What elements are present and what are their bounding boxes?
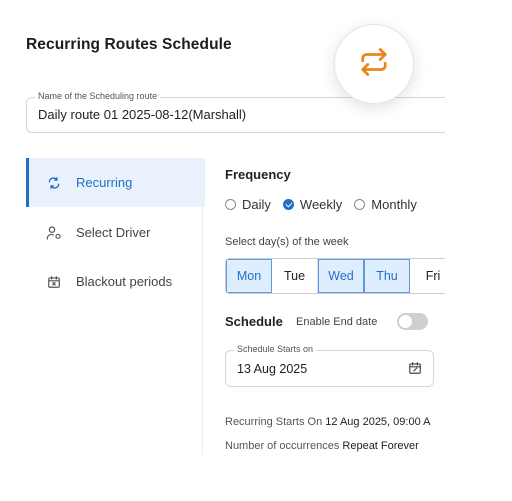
occurrences-label: Number of occurrences (225, 440, 340, 452)
sidebar: Recurring Select Driver Blackout periods (26, 158, 205, 455)
schedule-start-label: Schedule Starts on (234, 344, 317, 354)
occurrences-value: Repeat Forever (342, 440, 419, 452)
route-name-value[interactable]: Daily route 01 2025-08-12(Marshall) (38, 107, 246, 122)
sidebar-item-label: Select Driver (76, 225, 151, 240)
day-mon[interactable]: Mon (226, 259, 272, 293)
day-thu[interactable]: Thu (364, 259, 410, 293)
recurring-start-info: Recurring Starts On 12 Aug 2025, 09:00 A (225, 416, 430, 428)
repeat-icon (46, 175, 62, 191)
radio-label: Weekly (299, 197, 343, 212)
user-settings-icon (46, 225, 62, 241)
occurrences-info: Number of occurrences Repeat Forever (225, 440, 419, 452)
enable-end-date-label: Enable End date (296, 316, 378, 328)
radio-daily[interactable]: Daily (225, 197, 271, 212)
sidebar-item-blackout-periods[interactable]: Blackout periods (26, 257, 202, 306)
recurring-start-label: Recurring Starts On (225, 416, 323, 428)
radio-label: Daily (242, 197, 271, 212)
radio-monthly[interactable]: Monthly (354, 197, 417, 212)
sidebar-item-label: Recurring (76, 175, 133, 190)
day-wed[interactable]: Wed (318, 259, 364, 293)
radio-label: Monthly (371, 197, 417, 212)
route-name-label: Name of the Scheduling route (35, 91, 161, 101)
day-selector: Mon Tue Wed Thu Fri (225, 258, 445, 294)
frequency-label: Frequency (225, 167, 291, 182)
schedule-start-value[interactable]: 13 Aug 2025 (237, 362, 307, 376)
day-fri[interactable]: Fri (410, 259, 445, 293)
radio-button[interactable] (354, 199, 366, 210)
radio-button-checked[interactable] (282, 199, 294, 210)
schedule-label: Schedule (225, 314, 283, 329)
radio-weekly[interactable]: Weekly (282, 197, 343, 212)
sidebar-item-recurring[interactable]: Recurring (26, 158, 205, 207)
enable-end-date-toggle[interactable] (397, 313, 428, 330)
schedule-start-field[interactable]: Schedule Starts on 13 Aug 2025 (225, 344, 434, 387)
radio-button[interactable] (225, 199, 236, 210)
recurring-fab-button[interactable] (334, 24, 414, 104)
days-label: Select day(s) of the week (225, 236, 349, 248)
day-tue[interactable]: Tue (272, 259, 318, 293)
swap-arrows-icon (359, 47, 389, 82)
sidebar-item-label: Blackout periods (76, 274, 173, 289)
toggle-knob (399, 315, 412, 328)
frequency-radio-group: Daily Weekly Monthly (225, 197, 429, 212)
recurring-start-value: 12 Aug 2025, 09:00 A (325, 416, 431, 428)
calendar-icon[interactable] (408, 361, 422, 375)
sidebar-item-select-driver[interactable]: Select Driver (26, 208, 202, 257)
dialog-title: Recurring Routes Schedule (26, 36, 232, 53)
calendar-x-icon (46, 274, 62, 290)
